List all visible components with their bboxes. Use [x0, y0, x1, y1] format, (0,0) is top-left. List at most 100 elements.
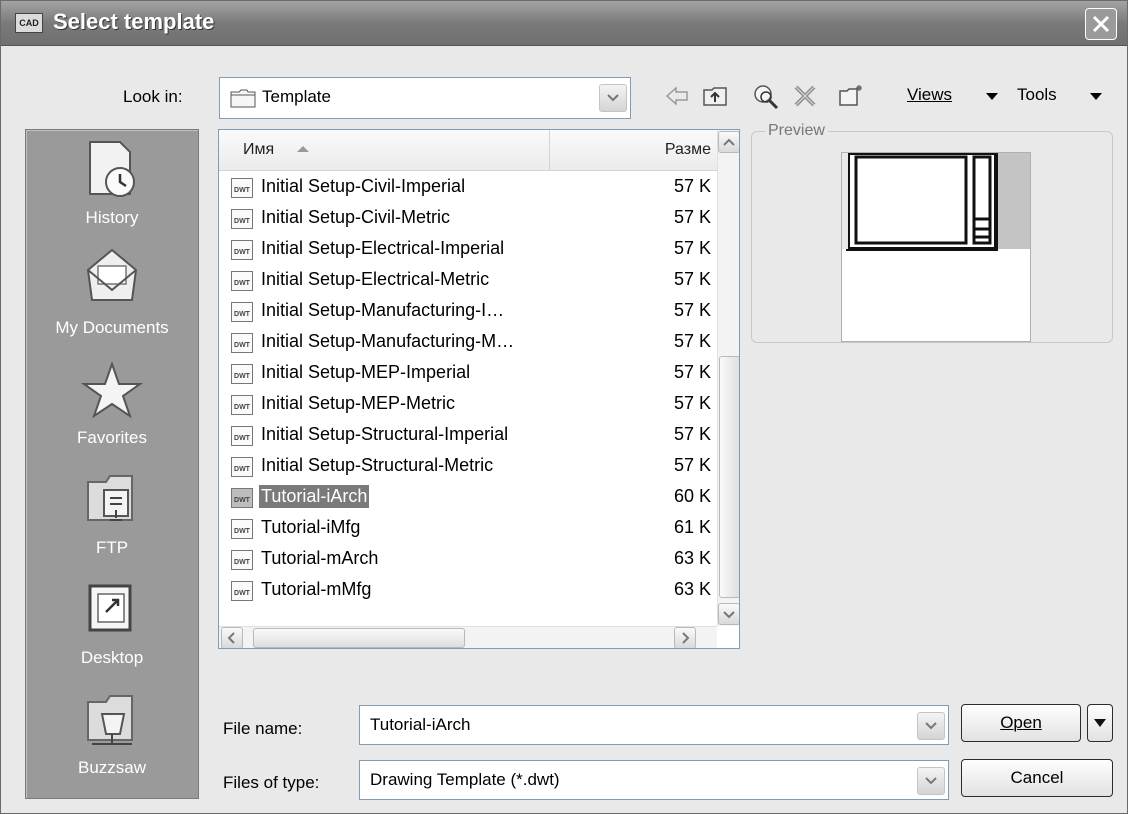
place-ftp[interactable]: FTP — [26, 460, 198, 570]
title-bar[interactable]: CAD Select template — [1, 1, 1127, 46]
window-title: Select template — [53, 9, 215, 34]
file-row-selected[interactable]: DWT Tutorial-iArch 60 K — [219, 481, 717, 512]
close-button[interactable] — [1085, 8, 1117, 40]
file-list[interactable]: Имя Разме DWT Initial Setup-Civil-Imperia… — [218, 129, 740, 649]
file-row[interactable]: DWT Initial Setup-Structural-Metric 57 K — [219, 450, 717, 481]
open-button-label: Open — [1000, 713, 1042, 732]
file-row[interactable]: DWT Initial Setup-Civil-Metric 57 K — [219, 202, 717, 233]
horizontal-scroll-thumb[interactable] — [253, 628, 465, 648]
file-name-value: Tutorial-iArch — [370, 715, 471, 734]
file-row[interactable]: DWT Initial Setup-Electrical-Imperial 57 K — [219, 233, 717, 264]
scroll-up-button[interactable] — [718, 131, 739, 153]
scroll-right-button[interactable] — [674, 627, 696, 648]
place-my-documents-label: My Documents — [55, 318, 169, 337]
place-history[interactable]: History — [26, 130, 198, 240]
dwt-file-icon: DWT — [231, 333, 253, 353]
file-row[interactable]: DWT Initial Setup-MEP-Imperial 57 K — [219, 357, 717, 388]
file-row[interactable]: DWT Initial Setup-Manufacturing-M… 57 K — [219, 326, 717, 357]
chevron-down-icon — [925, 777, 937, 785]
file-name: Initial Setup-Manufacturing-M… — [261, 331, 515, 351]
scroll-left-button[interactable] — [221, 627, 243, 648]
file-row[interactable]: DWT Initial Setup-MEP-Metric 57 K — [219, 388, 717, 419]
place-my-documents[interactable]: My Documents — [26, 240, 198, 350]
look-in-label: Look in: — [123, 87, 183, 106]
dwt-file-icon: DWT — [231, 457, 253, 477]
back-icon[interactable] — [663, 82, 691, 110]
file-row[interactable]: DWT Initial Setup-Structural-Imperial 57 K — [219, 419, 717, 450]
chevron-up-icon — [723, 138, 735, 146]
look-in-dropdown[interactable]: Template — [219, 77, 631, 119]
tools-menu[interactable]: Tools — [1017, 85, 1057, 105]
file-size: 63 K — [673, 579, 711, 599]
chevron-left-icon — [227, 632, 235, 644]
tools-dropdown-arrow-icon[interactable] — [1090, 93, 1102, 100]
dwt-file-icon: DWT — [231, 550, 253, 570]
place-favorites[interactable]: Favorites — [26, 350, 198, 460]
new-folder-icon[interactable] — [837, 82, 865, 110]
cancel-button-label: Cancel — [1010, 768, 1064, 787]
column-header-name[interactable]: Имя — [219, 130, 550, 170]
files-of-type-value: Drawing Template (*.dwt) — [370, 770, 560, 789]
template-preview-thumbnail — [841, 151, 1031, 342]
file-name: Initial Setup-MEP-Metric — [261, 393, 456, 413]
places-bar: History My Documents Favorites FTP Deskt… — [25, 129, 199, 799]
open-button[interactable]: Open — [961, 704, 1081, 742]
dwt-file-icon: DWT — [231, 395, 253, 415]
place-desktop[interactable]: Desktop — [26, 570, 198, 680]
file-name-input[interactable]: Tutorial-iArch — [359, 705, 949, 745]
file-size: 57 K — [673, 455, 711, 475]
place-history-label: History — [85, 208, 139, 227]
dwt-file-icon: DWT — [231, 209, 253, 229]
file-name: Tutorial-mArch — [261, 548, 379, 568]
file-name-dropdown-button[interactable] — [917, 712, 945, 740]
chevron-down-icon — [607, 94, 619, 102]
file-row[interactable]: DWT Initial Setup-Civil-Imperial 57 K — [219, 171, 717, 202]
dwt-file-icon: DWT — [231, 240, 253, 260]
up-folder-icon[interactable] — [701, 82, 729, 110]
file-name: Tutorial-iMfg — [261, 517, 361, 537]
file-name: Initial Setup-Civil-Metric — [261, 207, 451, 227]
vertical-scroll-thumb[interactable] — [719, 356, 739, 598]
dwt-file-icon: DWT — [231, 519, 253, 539]
file-size: 57 K — [673, 300, 711, 320]
look-in-dropdown-button[interactable] — [599, 84, 627, 112]
search-web-icon[interactable] — [751, 82, 779, 110]
file-name: Tutorial-iArch — [259, 485, 370, 508]
vertical-scrollbar[interactable] — [717, 130, 739, 626]
file-name: Tutorial-mMfg — [261, 579, 372, 599]
column-header-size[interactable]: Разме — [550, 130, 717, 170]
file-row[interactable]: DWT Tutorial-iMfg 61 K — [219, 512, 717, 543]
horizontal-scrollbar[interactable] — [219, 626, 717, 648]
my-documents-icon — [86, 248, 138, 301]
chevron-right-icon — [682, 632, 690, 644]
file-size: 57 K — [673, 238, 711, 258]
file-size: 57 K — [673, 362, 711, 382]
look-in-value: Template — [262, 87, 331, 106]
file-list-header: Имя Разме — [219, 130, 717, 171]
autocad-app-icon: CAD — [15, 13, 43, 33]
place-buzzsaw[interactable]: Buzzsaw — [26, 680, 198, 790]
dwt-file-icon: DWT — [231, 271, 253, 291]
dwt-file-icon: DWT — [231, 426, 253, 446]
file-row[interactable]: DWT Initial Setup-Manufacturing-I… 57 K — [219, 295, 717, 326]
history-icon — [89, 141, 135, 197]
favorites-icon — [80, 360, 144, 419]
views-menu[interactable]: Views — [907, 85, 952, 105]
delete-icon[interactable] — [791, 82, 819, 110]
files-of-type-dropdown-button[interactable] — [917, 767, 945, 795]
file-row[interactable]: DWT Initial Setup-Electrical-Metric 57 K — [219, 264, 717, 295]
views-dropdown-arrow-icon[interactable] — [986, 93, 998, 100]
scroll-down-button[interactable] — [718, 603, 739, 625]
file-row[interactable]: DWT Tutorial-mArch 63 K — [219, 543, 717, 574]
file-name: Initial Setup-Structural-Metric — [261, 455, 494, 475]
cancel-button[interactable]: Cancel — [961, 759, 1113, 797]
dwt-file-icon: DWT — [231, 178, 253, 198]
drawing-preview-icon — [842, 151, 1030, 251]
files-of-type-select[interactable]: Drawing Template (*.dwt) — [359, 760, 949, 800]
file-row[interactable]: DWT Tutorial-mMfg 63 K — [219, 574, 717, 605]
open-options-button[interactable] — [1087, 704, 1113, 742]
chevron-down-icon — [723, 611, 735, 619]
place-desktop-label: Desktop — [80, 648, 144, 667]
tools-menu-label: Tools — [1017, 85, 1057, 104]
file-size: 57 K — [673, 331, 711, 351]
